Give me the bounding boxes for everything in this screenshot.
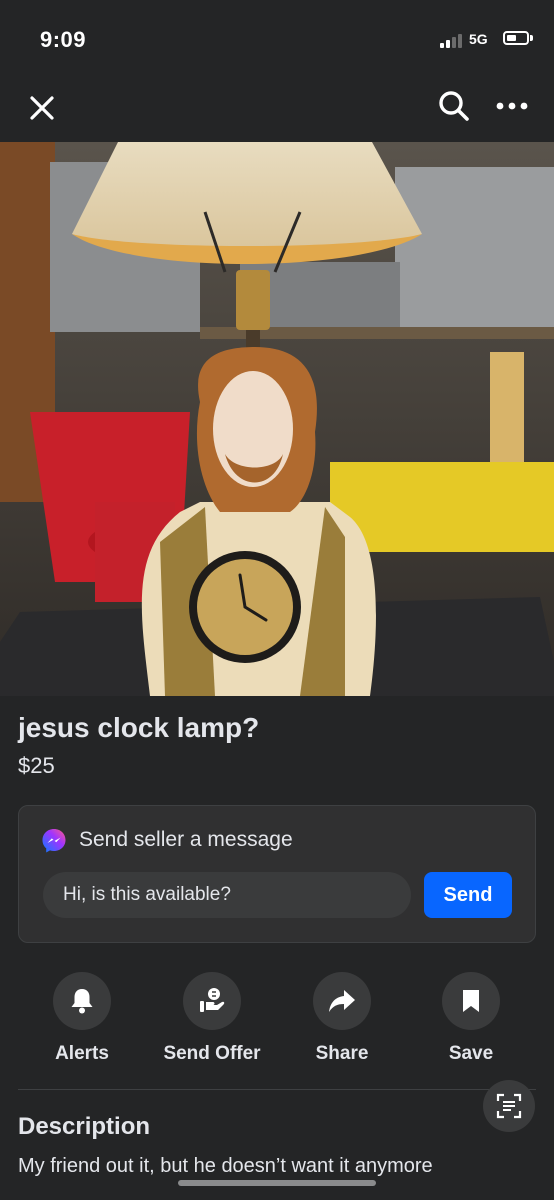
offer-icon (200, 988, 225, 1012)
send-offer-circle[interactable] (183, 972, 241, 1030)
alerts-button[interactable]: Alerts (27, 972, 137, 1065)
battery-tip (530, 35, 533, 41)
bookmark-icon (463, 990, 479, 1012)
signal-icon (440, 32, 462, 48)
alerts-label: Alerts (55, 1043, 109, 1064)
messenger-icon (42, 829, 66, 853)
send-offer-button[interactable]: Send Offer (157, 972, 267, 1065)
more-horizontal-icon (496, 102, 528, 110)
save-button[interactable]: Save (416, 972, 526, 1065)
listing-price: $25 (18, 753, 55, 778)
scan-text-icon (496, 1093, 522, 1119)
section-divider (18, 1089, 536, 1090)
message-input[interactable] (43, 872, 411, 918)
close-button[interactable] (22, 88, 62, 128)
more-button[interactable] (490, 84, 534, 128)
save-label: Save (448, 1043, 494, 1064)
share-circle[interactable] (313, 972, 371, 1030)
listing-photo-image (0, 142, 554, 696)
top-nav (0, 80, 554, 142)
status-bar: 9:09 5G (0, 0, 554, 80)
status-time: 9:09 (40, 27, 87, 52)
search-button[interactable] (432, 84, 476, 128)
search-icon (439, 91, 469, 121)
home-indicator[interactable] (178, 1180, 376, 1186)
close-icon (30, 96, 54, 120)
message-heading: Send seller a message (79, 828, 293, 851)
description-heading: Description (18, 1113, 151, 1140)
alerts-circle[interactable] (53, 972, 111, 1030)
send-offer-label: Send Offer (163, 1043, 261, 1064)
description-text: My friend out it, but he doesn’t want it… (18, 1155, 433, 1177)
listing-title: jesus clock lamp? (18, 712, 260, 743)
message-card: Send seller a message Send (18, 805, 536, 943)
send-button[interactable]: Send (424, 872, 512, 918)
network-label: 5G (469, 31, 488, 47)
action-row: Alerts Send Offer Share Save (0, 972, 554, 1072)
save-circle[interactable] (442, 972, 500, 1030)
share-button[interactable]: Share (287, 972, 397, 1065)
bell-icon (71, 989, 93, 1014)
share-arrow-icon (329, 990, 355, 1012)
share-label: Share (315, 1043, 369, 1064)
battery-icon (503, 31, 529, 45)
listing-photo[interactable] (0, 142, 554, 696)
scan-text-button[interactable] (483, 1080, 535, 1132)
